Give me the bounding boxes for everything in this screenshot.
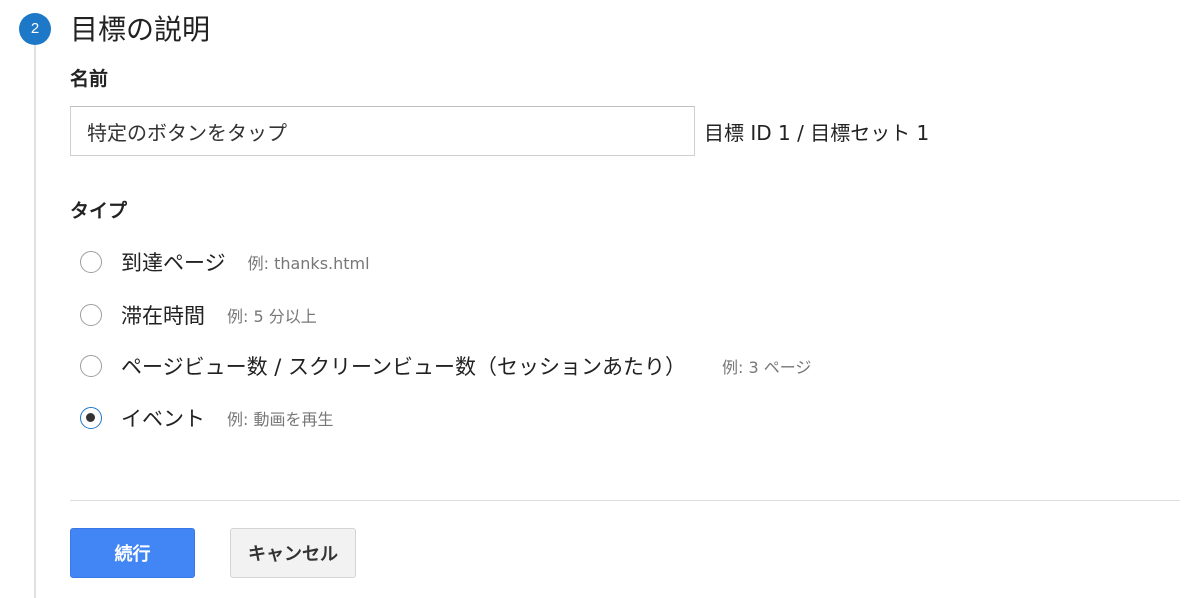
step-connector-line — [34, 42, 36, 598]
step-number-badge: 2 — [19, 13, 51, 45]
option-label: イベント — [121, 407, 205, 431]
cancel-button[interactable]: キャンセル — [230, 528, 356, 578]
continue-button[interactable]: 続行 — [70, 528, 195, 578]
type-option-event[interactable]: イベント 例: 動画を再生 — [80, 403, 333, 433]
goal-name-input[interactable] — [70, 106, 695, 156]
option-label: ページビュー数 / スクリーンビュー数（セッションあたり） — [121, 355, 686, 379]
option-example: 例: thanks.html — [247, 254, 370, 273]
option-example: 例: 3 ページ — [721, 358, 812, 377]
step-title: 目標の説明 — [70, 13, 211, 46]
type-label: タイプ — [70, 200, 128, 222]
name-label: 名前 — [70, 68, 109, 90]
type-option-pages-per-session[interactable]: ページビュー数 / スクリーンビュー数（セッションあたり） 例: 3 ページ — [80, 351, 811, 381]
goal-description-step: 2 目標の説明 名前 目標 ID 1 / 目標セット 1 タイプ 到達ページ 例… — [0, 0, 1200, 598]
option-example: 例: 動画を再生 — [227, 410, 334, 429]
radio-button[interactable] — [80, 304, 102, 326]
type-option-duration[interactable]: 滞在時間 例: 5 分以上 — [80, 300, 317, 330]
divider — [70, 500, 1180, 501]
goal-id-text: 目標 ID 1 / 目標セット 1 — [704, 121, 930, 145]
option-label: 到達ページ — [121, 251, 226, 275]
option-example: 例: 5 分以上 — [227, 307, 317, 326]
radio-button-selected[interactable] — [80, 407, 102, 429]
type-option-destination[interactable]: 到達ページ 例: thanks.html — [80, 247, 370, 277]
radio-button[interactable] — [80, 355, 102, 377]
radio-button[interactable] — [80, 251, 102, 273]
option-label: 滞在時間 — [121, 304, 205, 328]
